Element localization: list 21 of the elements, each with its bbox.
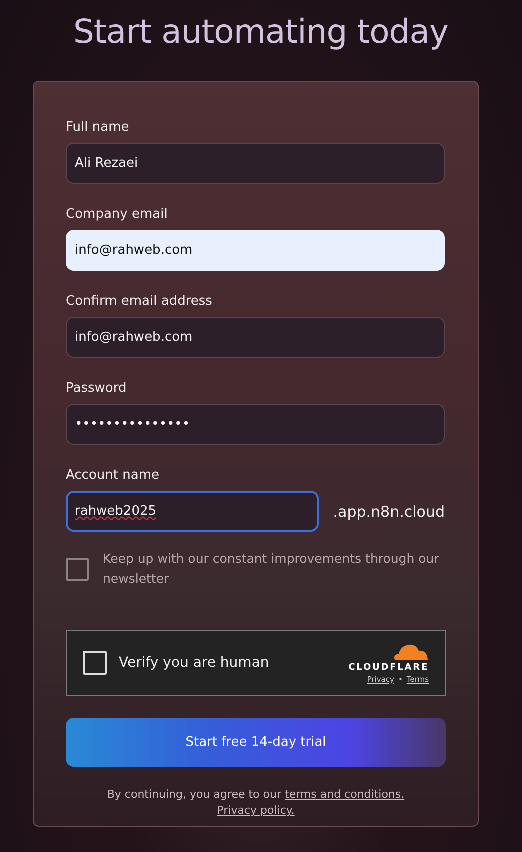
captcha-checkbox[interactable] [83,651,107,675]
domain-suffix: .app.n8n.cloud [333,502,445,520]
input-field[interactable]: ••••••••••••••• [66,404,445,445]
page-title: Start automating today [73,12,449,51]
captcha-label: Verify you are human [119,655,270,671]
field-label: Full name [66,120,130,136]
field-label: Account name [66,468,160,484]
brand-name: CLOUDFLARE [348,662,429,672]
privacy-policy-link[interactable]: Privacy policy. [217,804,295,817]
input-field[interactable]: rahweb2025 [66,491,320,532]
input-field[interactable]: Ali Rezaei [66,143,445,184]
field-label: Company email [66,207,168,223]
field-label: Confirm email address [66,294,212,310]
input-field[interactable]: info@rahweb.com [66,317,445,358]
input-field[interactable]: info@rahweb.com [66,230,445,271]
legal-text: By continuing, you agree to our [107,788,282,801]
terms-link[interactable]: terms and conditions. [285,788,405,801]
field-label: Password [66,381,127,397]
newsletter-checkbox[interactable] [66,558,89,580]
newsletter-label: Keep up with our constant improvements through our newsletter [103,550,440,588]
start-trial-button[interactable]: Start free 14-day trial [66,718,446,767]
